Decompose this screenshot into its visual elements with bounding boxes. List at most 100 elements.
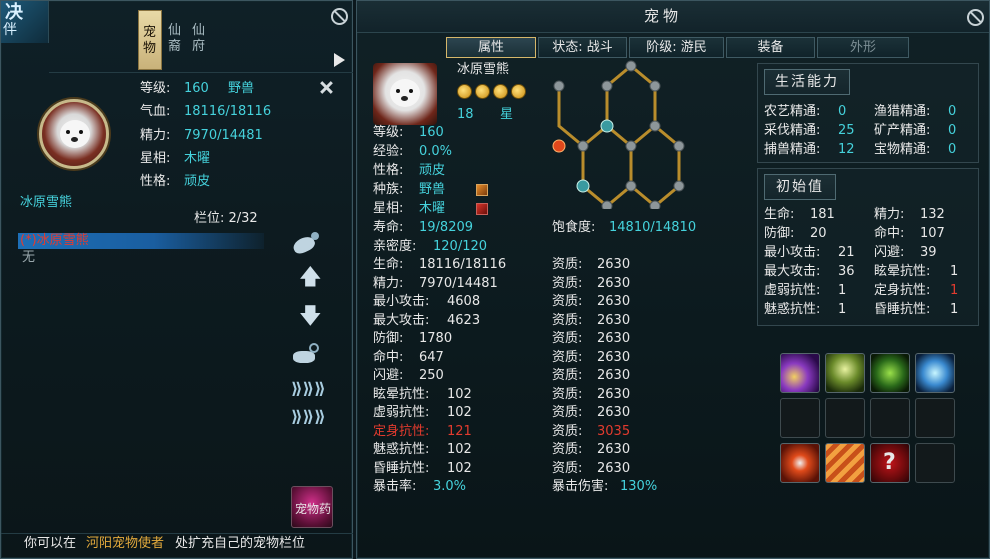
tab-equipment-label: 装备 bbox=[757, 40, 784, 55]
star-node-a[interactable] bbox=[600, 119, 614, 133]
empty-skill-slot[interactable] bbox=[915, 443, 955, 483]
pet-potion-button[interactable]: 宠物药 bbox=[291, 486, 333, 528]
release-pet-icon[interactable] bbox=[291, 230, 323, 256]
active-star-node[interactable] bbox=[552, 139, 566, 153]
empty-skill-slot[interactable] bbox=[825, 398, 865, 438]
ice-skill-icon[interactable] bbox=[915, 353, 955, 393]
aptitude-value: 2630 bbox=[597, 368, 631, 383]
basic-label: 性格: bbox=[373, 163, 404, 178]
initial-label: 眩晕抗性: bbox=[874, 264, 931, 279]
title-bar: 宠物 bbox=[357, 1, 989, 33]
stat-value: 102 bbox=[447, 405, 472, 420]
life-skill-label: 宝物精通: bbox=[874, 142, 931, 157]
initial-value: 1 bbox=[950, 264, 959, 279]
stat-label: 闪避: bbox=[373, 368, 404, 383]
pet-list: (*)冰原雪熊 无 bbox=[18, 231, 264, 531]
close-icon[interactable] bbox=[331, 8, 348, 25]
empty-skill-slot[interactable] bbox=[915, 398, 955, 438]
life-skill-value: 0 bbox=[948, 123, 957, 138]
tab-equipment[interactable]: 装备 bbox=[726, 37, 815, 58]
tab-status-label: 状态: 战斗 bbox=[552, 40, 613, 55]
collapse-arrow-icon[interactable] bbox=[334, 53, 345, 67]
hp-value: 18116/18116 bbox=[184, 104, 272, 119]
empty-skill-slot[interactable] bbox=[780, 398, 820, 438]
stat-label: 防御: bbox=[373, 331, 404, 346]
life-skill-label: 采伐精通: bbox=[764, 123, 821, 138]
mp-value: 7970/14481 bbox=[184, 128, 263, 143]
satiety-label: 饱食度: bbox=[552, 220, 596, 235]
aptitude-value: 2630 bbox=[597, 405, 631, 420]
nature-skill-icon[interactable] bbox=[870, 353, 910, 393]
initial-label: 最小攻击: bbox=[764, 245, 821, 260]
table-row: 闪避: 250 资质: 2630 bbox=[373, 368, 733, 386]
basic-value: 野兽 bbox=[419, 182, 446, 197]
tab-attributes-label: 属性 bbox=[477, 40, 504, 55]
aptitude-label: 资质: bbox=[552, 386, 583, 402]
initial-values-title: 初始值 bbox=[764, 174, 836, 200]
list-item[interactable]: 无 bbox=[18, 250, 264, 266]
pet-name: 冰原雪熊 bbox=[20, 195, 73, 210]
star-node-b[interactable] bbox=[576, 179, 590, 193]
crescent-skill-icon[interactable] bbox=[780, 443, 820, 483]
table-row: 防御: 1780 资质: 2630 bbox=[373, 331, 733, 349]
header-bar bbox=[49, 1, 353, 73]
aptitude-label: 资质: bbox=[552, 257, 583, 272]
star-icon bbox=[475, 84, 490, 99]
initial-label: 魅惑抗性: bbox=[764, 302, 821, 317]
pet-type-value: 野兽 bbox=[228, 81, 255, 96]
detail-pet-name: 冰原雪熊 bbox=[457, 62, 510, 77]
unknown-skill-icon[interactable]: ? bbox=[870, 443, 910, 483]
race-icon bbox=[476, 184, 488, 196]
summon-skill-icon[interactable] bbox=[825, 353, 865, 393]
stat-label: 虚弱抗性: bbox=[373, 405, 430, 420]
close-icon[interactable] bbox=[967, 9, 984, 26]
table-row: 暴击率: 3.0% 暴击伤害: 130% bbox=[373, 479, 733, 497]
aptitude-label: 资质: bbox=[552, 460, 583, 476]
swirl-skill-icon[interactable] bbox=[780, 353, 820, 393]
table-row: 昏睡抗性: 102 资质: 2630 bbox=[373, 461, 733, 479]
aptitude-label: 资质: bbox=[552, 294, 583, 309]
footer-prefix: 你可以在 bbox=[24, 536, 77, 551]
star-sign-icon bbox=[476, 203, 488, 215]
initial-value: 20 bbox=[810, 226, 827, 241]
tab-status[interactable]: 状态: 战斗 bbox=[538, 37, 627, 58]
claw-skill-icon[interactable] bbox=[825, 443, 865, 483]
basic-value: 顽皮 bbox=[419, 163, 446, 178]
tab-attributes[interactable]: 属性 bbox=[446, 37, 536, 58]
life-skills-section: 生活能力 农艺精通: 0 渔猎精通: 0 采伐精通: 25 矿产精通: 0 捕兽… bbox=[757, 63, 979, 163]
stat-label: 昏睡抗性: bbox=[373, 460, 430, 476]
aptitude-value: 2630 bbox=[597, 349, 631, 365]
tab-appearance[interactable]: 外形 bbox=[817, 37, 909, 58]
star-icon bbox=[511, 84, 526, 99]
hammer-icon[interactable] bbox=[318, 78, 336, 96]
move-up-arrow-icon[interactable]: 🡅 bbox=[299, 267, 322, 289]
list-item-label: 无 bbox=[22, 250, 36, 265]
stat-label: 生命: bbox=[373, 257, 404, 272]
basic-value: 0.0% bbox=[419, 144, 453, 159]
initial-values-title-text: 初始值 bbox=[776, 179, 824, 195]
stat-value: 121 bbox=[447, 423, 472, 439]
aptitude-value: 2630 bbox=[597, 275, 631, 291]
pet-skill-grid: ? bbox=[777, 353, 961, 488]
pet-detail-panel: 宠物 属性 状态: 战斗 阶级: 游民 装备 外形 冰原雪熊 18 星 等级: … bbox=[356, 0, 990, 559]
list-item-selected[interactable]: (*)冰原雪熊 bbox=[18, 233, 264, 249]
pet-list-panel: 决 伴 宠物 仙裔 仙府 等级: 160 野兽 气血: 18116/18116 … bbox=[0, 0, 353, 559]
tab-rank[interactable]: 阶级: 游民 bbox=[629, 37, 724, 58]
aptitude-value: 2630 bbox=[597, 257, 631, 272]
pet-portrait bbox=[373, 63, 437, 125]
move-down-arrow-icon[interactable]: 🡇 bbox=[299, 306, 322, 328]
pet-skill-icon-a[interactable]: ⟫⟫⟫ bbox=[291, 379, 326, 399]
crit-rate-label: 暴击率: bbox=[373, 479, 417, 494]
empty-skill-slot[interactable] bbox=[870, 398, 910, 438]
footer-npc-link[interactable]: 河阳宠物使者 bbox=[86, 536, 164, 552]
initial-value: 36 bbox=[838, 264, 855, 279]
life-skill-value: 0 bbox=[948, 104, 957, 119]
pet-skill-icon-b[interactable]: ⟫⟫⟫ bbox=[291, 407, 326, 427]
life-skill-value: 0 bbox=[838, 104, 847, 119]
feed-pet-icon[interactable] bbox=[291, 341, 323, 365]
stat-label: 魅惑抗性: bbox=[373, 442, 430, 457]
stat-value: 4608 bbox=[447, 294, 481, 309]
aptitude-value: 2630 bbox=[597, 386, 631, 402]
stat-value: 4623 bbox=[447, 312, 481, 328]
stat-value: 1780 bbox=[419, 331, 453, 346]
